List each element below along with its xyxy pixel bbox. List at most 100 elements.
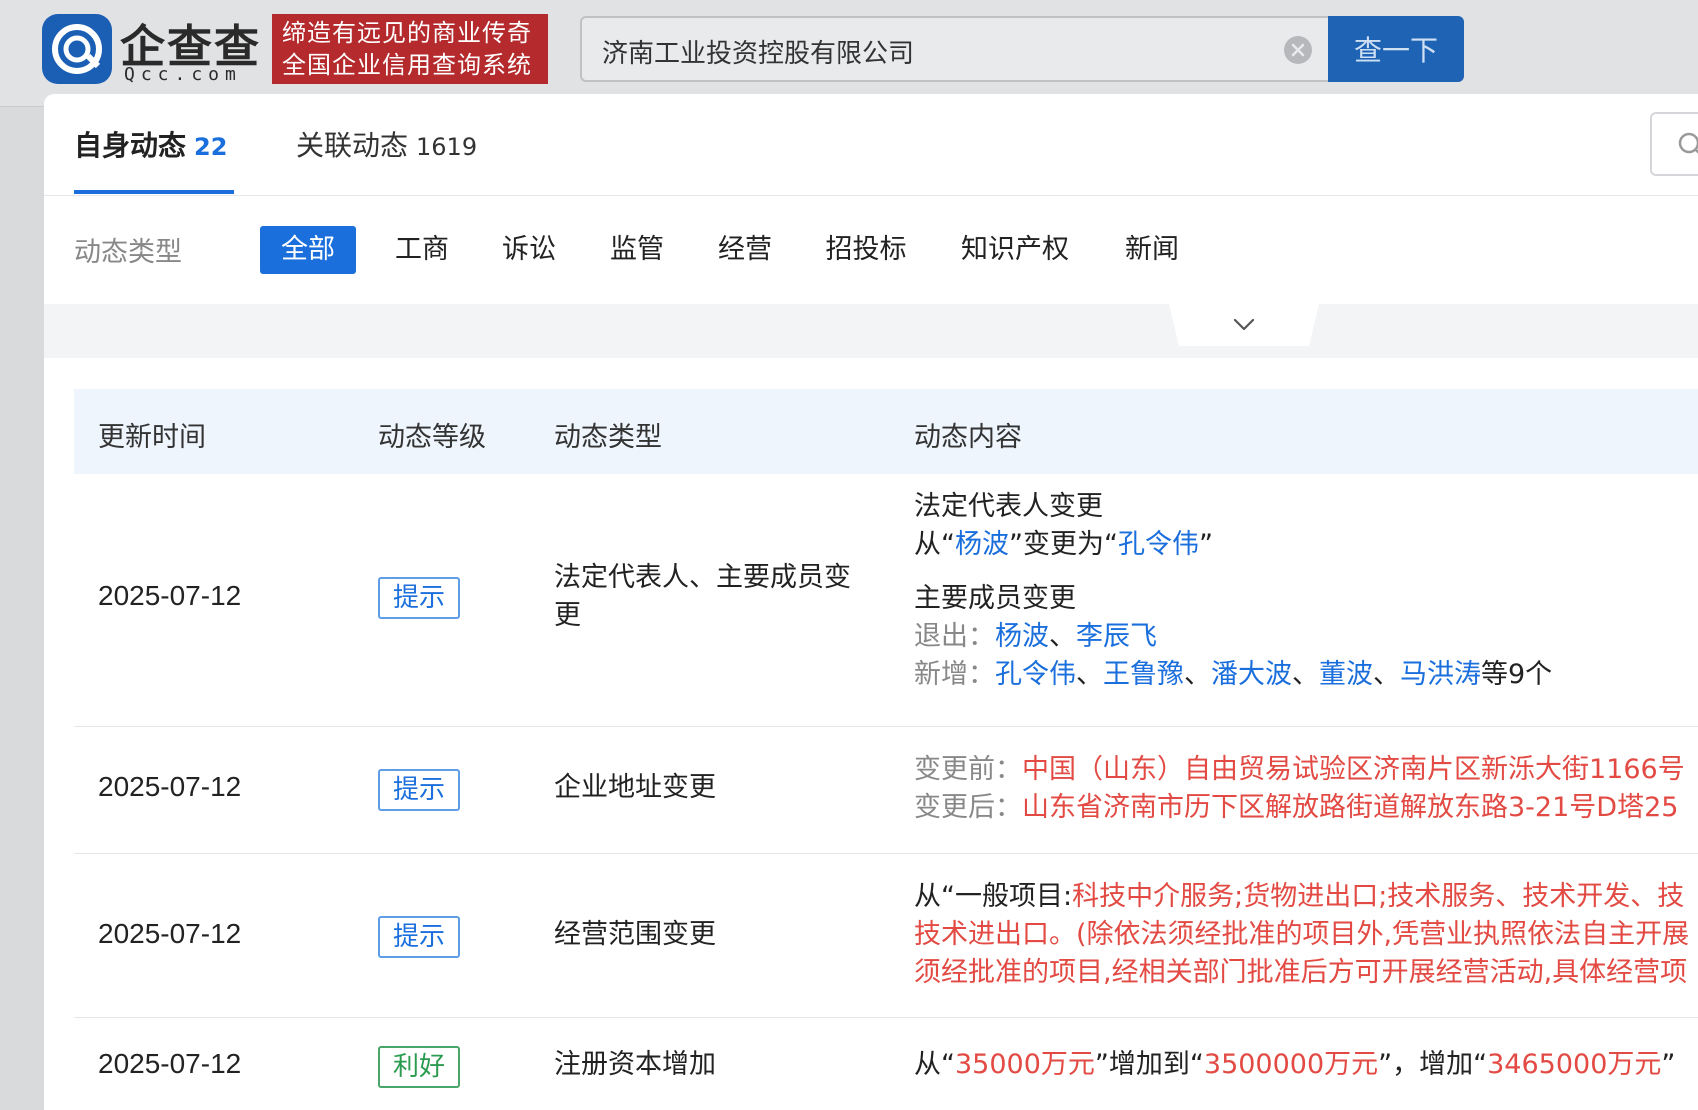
tab-self-dynamics[interactable]: 自身动态 22 [74,124,227,164]
slogan-line-2: 全国企业信用查询系统 [282,51,532,79]
filter-label: 动态类型 [74,237,182,268]
logo-english: Qcc.com [124,64,242,85]
dynamics-panel: 自身动态 22 关联动态 1619 动态类型 全部 工商 诉讼 监管 经营 招投标 … [44,94,1698,1110]
level-badge: 利好 [378,1046,460,1088]
dynamic-type: 经营范围变更 [554,919,716,950]
chevron-down-icon [1169,304,1319,346]
level-badge: 提示 [378,577,460,619]
person-link[interactable]: 董波 [1319,659,1373,690]
text-fragment: ” [1661,1049,1676,1080]
members-exit-line: 退出：杨波、李辰飞 [914,618,1552,656]
separator: 、 [1373,659,1400,690]
filter-chip-litigation[interactable]: 诉讼 [491,226,567,274]
search-box [580,16,1330,82]
separator: 、 [1049,621,1076,652]
qcc-logo-icon[interactable] [42,14,112,84]
tab-bar: 自身动态 22 关联动态 1619 [44,94,1698,196]
tab-count: 22 [194,133,228,161]
person-link[interactable]: 马洪涛 [1400,659,1481,690]
add-label: 新增： [914,659,995,690]
top-header: 企查查 Qcc.com 缔造有远见的商业传奇 全国企业信用查询系统 查一下 [0,0,1698,107]
table-row: 2025-07-12 提示 经营范围变更 从“一般项目:科技中介服务;货物进出口… [74,854,1698,1018]
filter-chip-operation[interactable]: 经营 [707,226,783,274]
clear-search-icon[interactable] [1284,36,1312,64]
table-row: 2025-07-12 提示 法定代表人、主要成员变更 法定代表人变更 从“杨波”… [74,474,1698,727]
panel-search-button[interactable] [1650,112,1698,176]
tab-count: 1619 [416,133,478,161]
dynamic-content: 法定代表人变更 从“杨波”变更为“孔令伟” 主要成员变更 退出：杨波、李辰飞 新… [914,488,1552,694]
separator: 、 [1184,659,1211,690]
capital-increase: 3465000万元 [1487,1049,1662,1080]
dynamic-type: 企业地址变更 [554,772,716,803]
scope-line-2: 技术进出口。(除依法须经批准的项目外,凭营业执照依法自主开展 [914,919,1690,950]
filter-chip-all[interactable]: 全部 [260,226,356,274]
expand-filter-toggle[interactable] [1169,304,1319,346]
filter-chip-bidding[interactable]: 招投标 [814,226,918,274]
capital-before: 35000万元 [955,1049,1095,1080]
text-fragment: ”变更为“ [1009,529,1118,560]
person-link[interactable]: 王鲁豫 [1103,659,1184,690]
table-row: 2025-07-12 利好 注册资本增加 从“35000万元”增加到“35000… [74,1018,1698,1110]
separator: 、 [1076,659,1103,690]
separator: 、 [1292,659,1319,690]
person-link[interactable]: 杨波 [955,529,1009,560]
dynamic-type-filter: 动态类型 全部 工商 诉讼 监管 经营 招投标 知识产权 新闻 [44,196,1698,296]
exit-label: 退出： [914,621,995,652]
scope-line-1: 从“一般项目:科技中介服务;货物进出口;技术服务、技术开发、技 [914,878,1689,916]
update-date: 2025-07-12 [98,771,242,802]
filter-chip-business[interactable]: 工商 [384,226,460,274]
logo-q-icon [52,24,102,74]
dynamic-type: 注册资本增加 [554,1049,716,1080]
column-header-level: 动态等级 [378,422,486,453]
person-link[interactable]: 潘大波 [1211,659,1292,690]
dynamic-content: 变更前：中国（山东）自由贸易试验区济南片区新泺大街1166号 变更后：山东省济南… [914,751,1685,827]
filter-chip-ip[interactable]: 知识产权 [950,226,1080,274]
column-header-content: 动态内容 [914,422,1022,453]
search-input[interactable] [600,30,1254,72]
update-date: 2025-07-12 [98,1048,242,1079]
column-header-time: 更新时间 [98,422,206,453]
address-after: 山东省济南市历下区解放路街道解放东路3-21号D塔25 [1022,792,1679,823]
tab-label: 关联动态 [296,129,409,162]
search-icon [1678,132,1698,154]
filter-chip-regulation[interactable]: 监管 [599,226,675,274]
text-fragment: ”，增加“ [1378,1049,1488,1080]
dynamic-content: 从“35000万元”增加到“3500000万元”，增加“3465000万元” [914,1046,1675,1084]
dynamic-type: 法定代表人、主要成员变更 [554,562,851,631]
active-tab-indicator [74,190,234,194]
person-link[interactable]: 李辰飞 [1076,621,1157,652]
address-before-line: 变更前：中国（山东）自由贸易试验区济南片区新泺大街1166号 [914,751,1685,789]
person-link[interactable]: 孔令伟 [995,659,1076,690]
before-label: 变更前： [914,754,1022,785]
capital-after: 3500000万元 [1203,1049,1379,1080]
tab-label: 自身动态 [74,129,187,162]
tab-related-dynamics[interactable]: 关联动态 1619 [296,124,477,164]
search-button[interactable]: 查一下 [1328,16,1464,82]
text-fragment: ”增加到“ [1094,1049,1204,1080]
update-date: 2025-07-12 [98,580,242,611]
address-after-line: 变更后：山东省济南市历下区解放路街道解放东路3-21号D塔25 [914,789,1685,827]
level-badge: 提示 [378,769,460,811]
text-fragment: 从“ [914,529,955,560]
dynamic-content: 从“一般项目:科技中介服务;货物进出口;技术服务、技术开发、技 技术进出口。(除… [914,878,1689,992]
logo-wordmark[interactable]: 企查查 Qcc.com [120,14,262,85]
after-label: 变更后： [914,792,1022,823]
scope-prefix: 从“一般项目: [914,881,1073,912]
filter-chip-news[interactable]: 新闻 [1114,226,1190,274]
members-change-title: 主要成员变更 [914,583,1076,614]
slogan-line-1: 缔造有远见的商业传奇 [282,19,532,47]
address-before: 中国（山东）自由贸易试验区济南片区新泺大街1166号 [1022,754,1685,785]
person-link[interactable]: 杨波 [995,621,1049,652]
text-fragment: 从“ [914,1049,955,1080]
members-add-line: 新增：孔令伟、王鲁豫、潘大波、董波、马洪涛等9个 [914,656,1552,694]
table-header: 更新时间 动态等级 动态类型 动态内容 [74,389,1698,474]
more-count[interactable]: 等9个 [1481,659,1552,690]
scope-line-3: 须经批准的项目,经相关部门批准后方可开展经营活动,具体经营项 [914,957,1688,988]
update-date: 2025-07-12 [98,918,242,949]
legal-rep-change: 从“杨波”变更为“孔令伟” [914,526,1552,564]
table-row: 2025-07-12 提示 企业地址变更 变更前：中国（山东）自由贸易试验区济南… [74,727,1698,854]
level-badge: 提示 [378,916,460,958]
person-link[interactable]: 孔令伟 [1118,529,1199,560]
close-icon [1291,43,1305,57]
legal-rep-title: 法定代表人变更 [914,491,1103,522]
